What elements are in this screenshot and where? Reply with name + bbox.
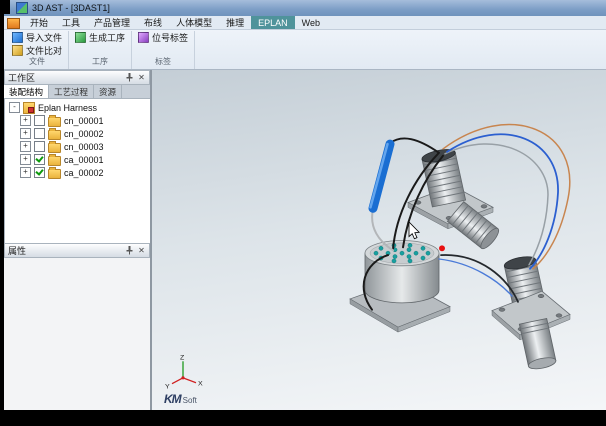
app-icon: [16, 2, 28, 14]
orientation-triad: Z X Y: [165, 354, 203, 390]
red-marker: [439, 245, 445, 251]
pin-icon[interactable]: [125, 73, 134, 82]
collapse-toggle-icon[interactable]: -: [9, 102, 20, 113]
position-label-button[interactable]: 位号标签: [136, 31, 190, 44]
app-menu-icon[interactable]: [7, 18, 20, 29]
blue-sleeve: [371, 144, 391, 208]
tab-assembly-structure[interactable]: 装配结构: [4, 85, 49, 98]
tab-resources[interactable]: 资源: [94, 85, 122, 98]
ribbon-group-label-file: 文件: [10, 57, 64, 67]
close-icon[interactable]: ✕: [137, 246, 146, 255]
tab-process[interactable]: 工艺过程: [49, 85, 94, 98]
tree-item-label: cn_00002: [64, 129, 104, 139]
position-label-icon: [138, 32, 149, 43]
window-title: 3D AST - [3DAST1]: [32, 3, 110, 13]
tab-web[interactable]: Web: [295, 16, 327, 29]
workspace-panel-header: 工作区 ✕: [4, 70, 150, 85]
harness-root-icon: [23, 102, 35, 114]
folder-icon: [48, 117, 61, 127]
bottom-bar: [4, 410, 606, 418]
tab-product-management[interactable]: 产品管理: [87, 16, 137, 29]
tree-root-label: Eplan Harness: [38, 103, 97, 113]
ribbon-tab-bar: 开始 工具 产品管理 布线 人体模型 推理 EPLAN Web: [4, 16, 606, 30]
central-connector: [365, 240, 439, 302]
tree-item-label: ca_00001: [64, 155, 104, 165]
tab-manikin[interactable]: 人体模型: [169, 16, 219, 29]
workspace-tabs: 装配结构 工艺过程 资源: [4, 85, 150, 99]
expand-toggle-icon[interactable]: +: [20, 141, 31, 152]
expand-toggle-icon[interactable]: +: [20, 154, 31, 165]
tab-tools[interactable]: 工具: [55, 16, 87, 29]
screen: 3D AST - [3DAST1] 开始 工具 产品管理 布线 人体模型 推理 …: [0, 0, 606, 426]
generate-process-icon: [75, 32, 86, 43]
ribbon-group-label-process: 工序: [73, 57, 127, 67]
tree-item-label: cn_00003: [64, 142, 104, 152]
vendor-logo-soft: Soft: [183, 396, 197, 405]
folder-icon: [48, 130, 61, 140]
tree-checkbox[interactable]: [34, 141, 45, 152]
tree-row-ca00002[interactable]: + ca_00002: [5, 166, 150, 179]
file-compare-icon: [12, 45, 23, 56]
tree-checkbox[interactable]: [34, 154, 45, 165]
expand-toggle-icon[interactable]: +: [20, 128, 31, 139]
workspace-panel-title: 工作区: [8, 71, 35, 84]
tab-start[interactable]: 开始: [23, 16, 55, 29]
expand-toggle-icon[interactable]: +: [20, 167, 31, 178]
tree-item-label: ca_00002: [64, 168, 104, 178]
ribbon-group-label: 位号标签 标签: [132, 31, 195, 69]
pin-icon[interactable]: [125, 246, 134, 255]
tree-checkbox[interactable]: [34, 115, 45, 126]
wire-black-to-sleeve: [390, 138, 439, 152]
axis-x-label: X: [198, 381, 203, 388]
left-panel: 工作区 ✕ 装配结构 工艺过程 资源 - Eplan H: [4, 70, 152, 410]
tree-row-cn00002[interactable]: + cn_00002: [5, 127, 150, 140]
assembly-tree: - Eplan Harness + cn_00001 + cn: [4, 99, 150, 243]
mouse-cursor: [409, 222, 419, 239]
right-connector: [492, 254, 570, 370]
tree-root-row[interactable]: - Eplan Harness: [5, 101, 150, 114]
axis-y-label: Y: [165, 384, 170, 391]
properties-panel-header: 属性 ✕: [4, 243, 150, 258]
folder-icon: [48, 169, 61, 179]
tab-routing[interactable]: 布线: [137, 16, 169, 29]
3d-scene[interactable]: Z X Y: [152, 70, 606, 410]
folder-icon: [48, 143, 61, 153]
close-icon[interactable]: ✕: [137, 73, 146, 82]
titlebar[interactable]: 3D AST - [3DAST1]: [4, 0, 606, 16]
properties-panel-title: 属性: [8, 244, 26, 257]
tab-reasoning[interactable]: 推理: [219, 16, 251, 29]
import-file-button[interactable]: 导入文件: [10, 31, 64, 44]
ribbon-group-process: 生成工序 工序: [69, 31, 132, 69]
tree-checkbox[interactable]: [34, 128, 45, 139]
tree-item-label: cn_00001: [64, 116, 104, 126]
ribbon-group-file: 导入文件 文件比对 文件: [6, 31, 69, 69]
ribbon: 导入文件 文件比对 文件 生成工序 工序: [4, 30, 606, 70]
viewport-3d[interactable]: Z X Y KM Soft: [152, 70, 606, 410]
tree-checkbox[interactable]: [34, 167, 45, 178]
folder-icon: [48, 156, 61, 166]
generate-process-button[interactable]: 生成工序: [73, 31, 127, 44]
axis-z-label: Z: [180, 354, 184, 361]
file-compare-button[interactable]: 文件比对: [10, 44, 64, 57]
expand-toggle-icon[interactable]: +: [20, 115, 31, 126]
tree-row-ca00001[interactable]: + ca_00001: [5, 153, 150, 166]
vendor-logo-km: KM: [164, 392, 181, 406]
vendor-logo: KM Soft: [164, 392, 197, 406]
import-file-icon: [12, 32, 23, 43]
tree-row-cn00003[interactable]: + cn_00003: [5, 140, 150, 153]
tab-eplan[interactable]: EPLAN: [251, 16, 295, 29]
app-window: 3D AST - [3DAST1] 开始 工具 产品管理 布线 人体模型 推理 …: [4, 0, 606, 418]
ribbon-group-label-tag: 标签: [136, 57, 190, 67]
properties-panel-body: [4, 258, 150, 410]
tree-row-cn00001[interactable]: + cn_00001: [5, 114, 150, 127]
corner-notch: [0, 0, 10, 14]
